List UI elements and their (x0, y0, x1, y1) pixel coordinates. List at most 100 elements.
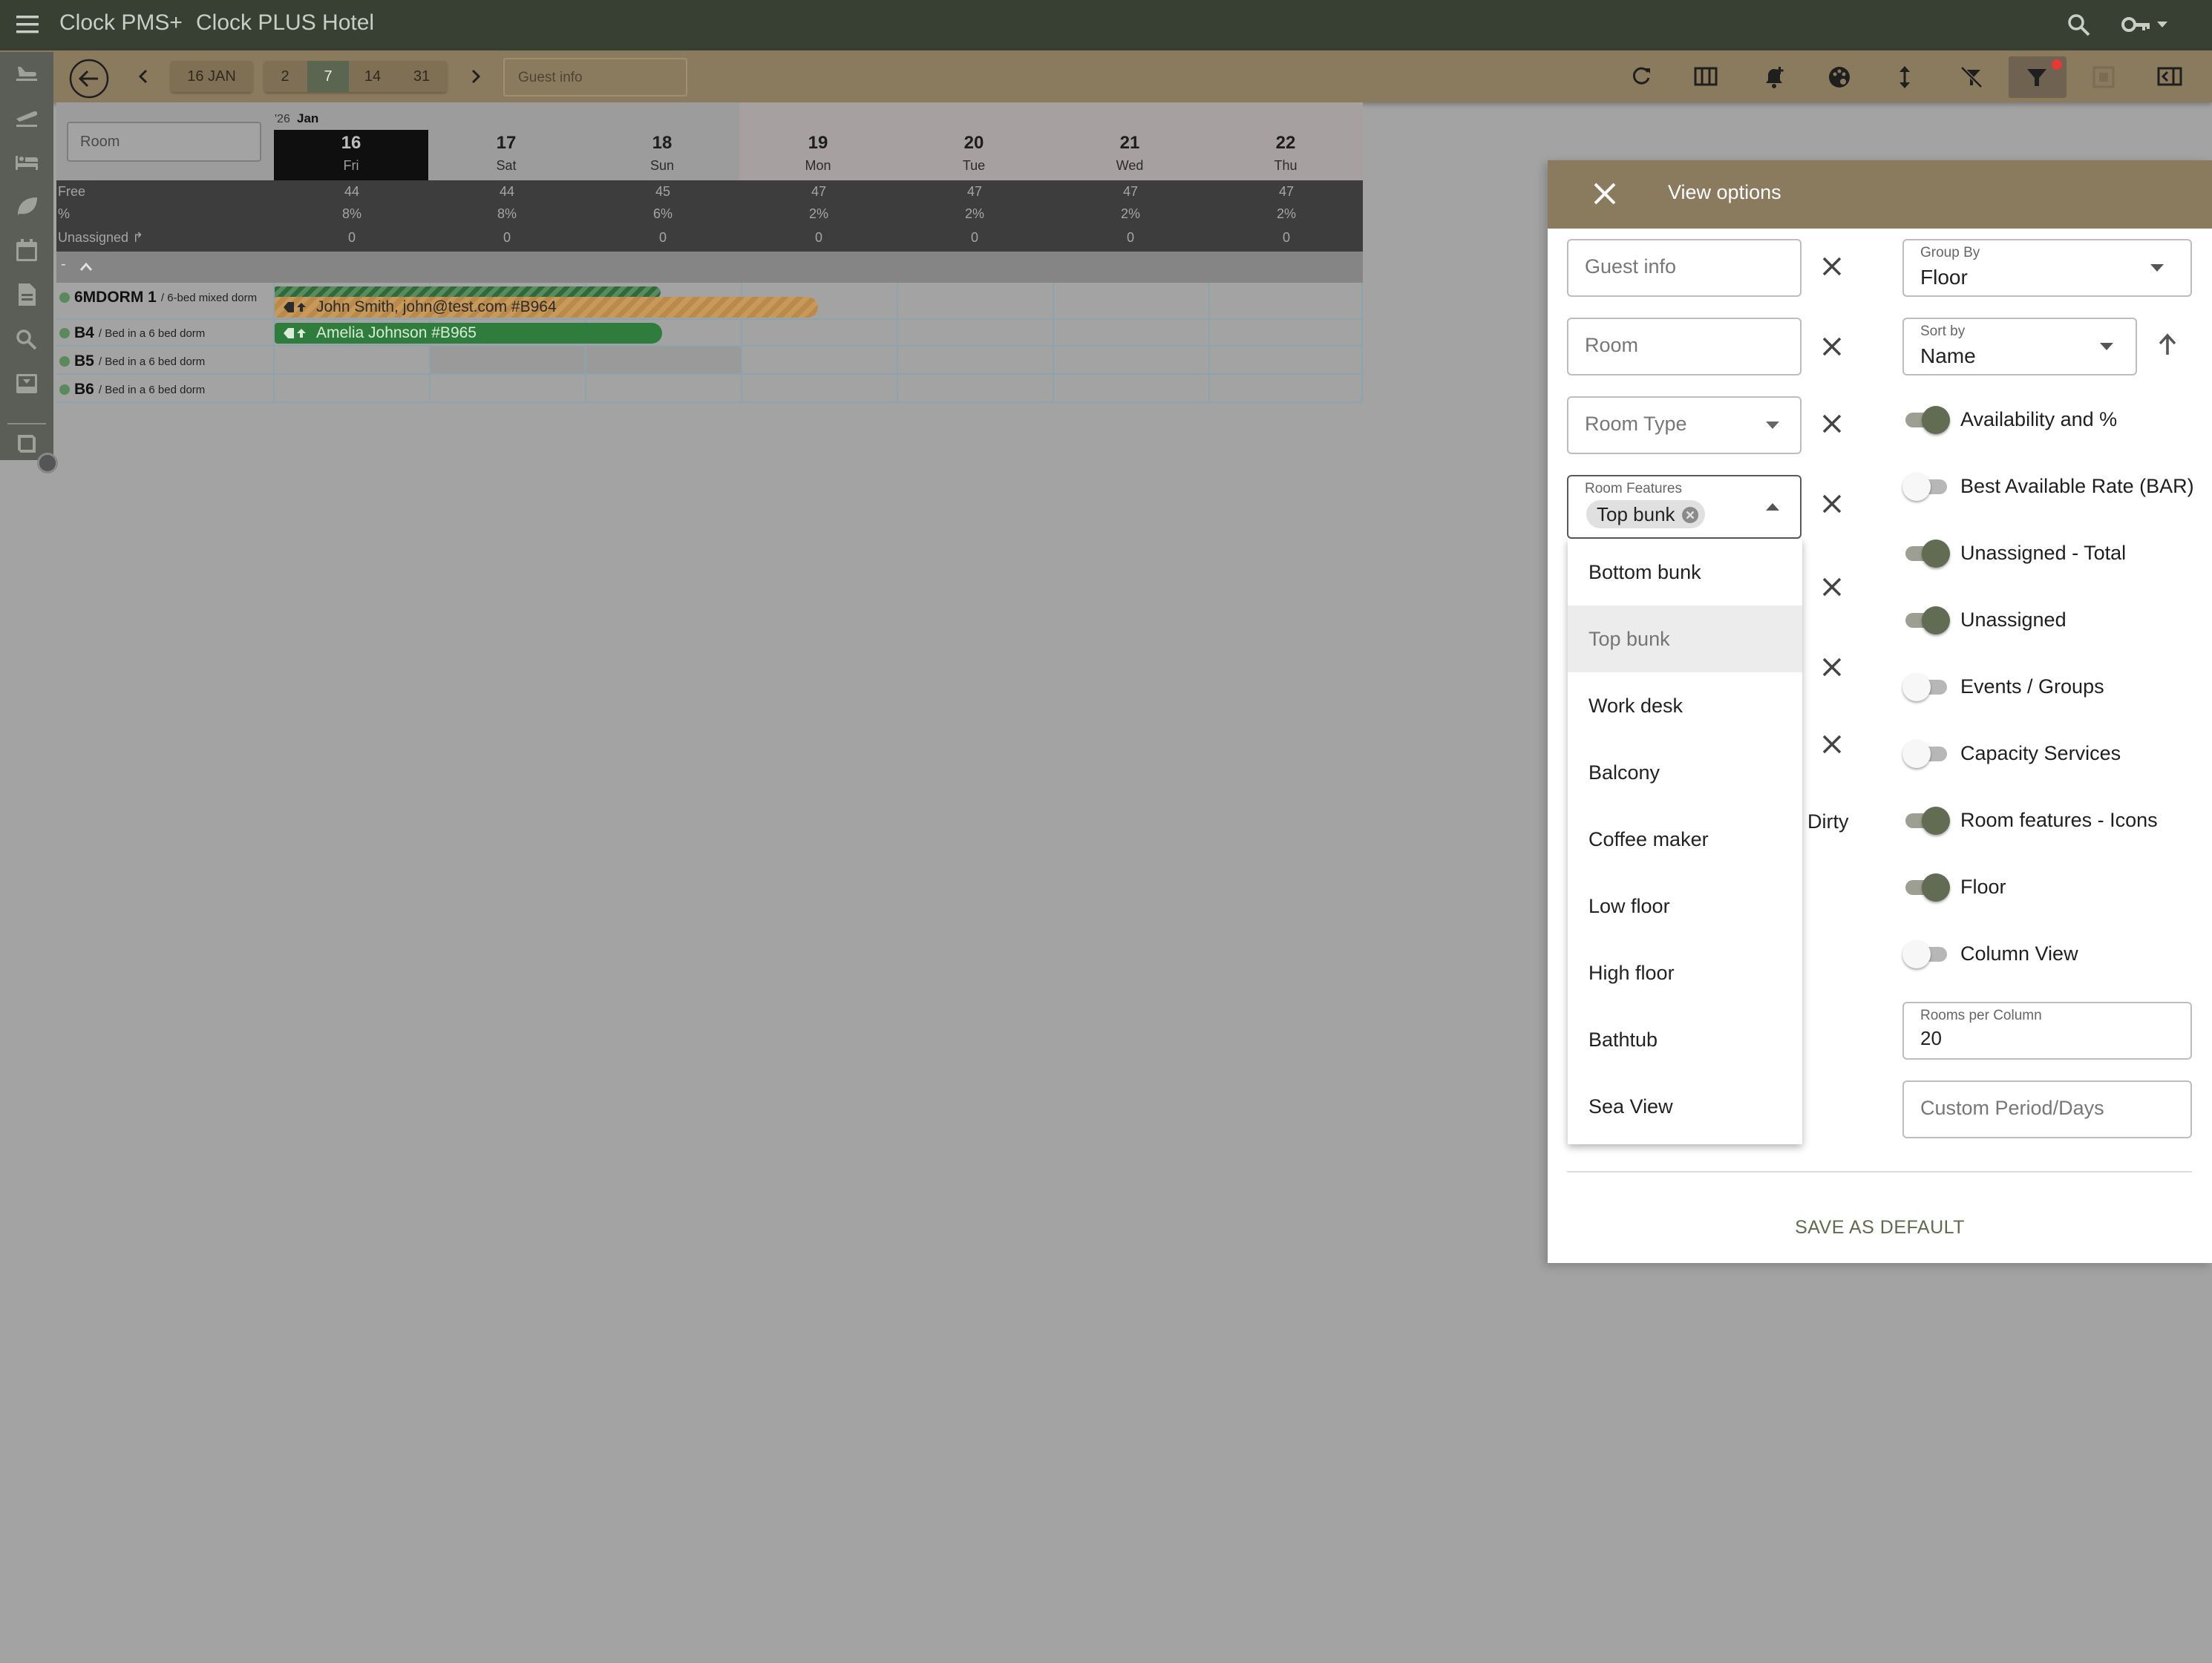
columns-icon[interactable] (1694, 65, 1718, 88)
fullscreen-icon[interactable] (2092, 65, 2116, 89)
departures-icon[interactable] (13, 105, 40, 129)
clear-filter-6-icon[interactable] (1821, 656, 1843, 678)
range-2-button[interactable]: 2 (261, 61, 309, 92)
feature-option[interactable]: Top bunk (1568, 606, 1802, 672)
room-label[interactable]: B4 / Bed in a 6 bed dorm (59, 324, 205, 342)
day-header-18[interactable]: 18 Sun (584, 130, 740, 180)
feature-option[interactable]: Sea View (1568, 1073, 1802, 1140)
toggle-row[interactable]: Best Available Rate (BAR) (1902, 468, 2194, 505)
toggle-row[interactable]: Events / Groups (1902, 668, 2104, 705)
feature-option[interactable]: Coffee maker (1568, 806, 1802, 873)
toggle-row[interactable]: Column View (1902, 935, 2078, 972)
clear-filter-5-icon[interactable] (1821, 576, 1843, 598)
save-as-default-button[interactable]: SAVE AS DEFAULT (1548, 1217, 2212, 1239)
range-31-button[interactable]: 31 (398, 61, 445, 92)
chip-remove-icon[interactable] (1681, 506, 1699, 524)
toggle-row[interactable]: Unassigned (1902, 601, 2067, 638)
toggle-switch[interactable] (1902, 404, 1950, 434)
palette-icon[interactable] (1827, 65, 1851, 89)
leaf-icon[interactable] (13, 194, 40, 218)
stat-row-percent: % 8% 8% 6% 2% 2% 2% 2% (56, 203, 1363, 226)
day-header-16[interactable]: 16 Fri (274, 130, 428, 180)
toggle-row[interactable]: Unassigned - Total (1902, 534, 2126, 571)
floor-group-header[interactable]: - (56, 252, 1363, 283)
room-label[interactable]: 6MDORM 1 / 6-bed mixed dorm (59, 289, 257, 306)
close-icon[interactable] (1592, 181, 1617, 206)
feature-option[interactable]: Low floor (1568, 873, 1802, 939)
row-height-icon[interactable] (1897, 65, 1912, 89)
toggle-row[interactable]: Room features - Icons (1902, 801, 2158, 839)
guest-info-field[interactable]: Guest info (1567, 239, 1802, 297)
toggle-switch[interactable] (1902, 939, 1950, 968)
feature-option[interactable]: High floor (1568, 939, 1802, 1006)
toggle-switch[interactable] (1902, 672, 1950, 701)
guest-info-search[interactable]: Guest info (503, 58, 687, 96)
collapse-panel-icon[interactable] (2157, 65, 2182, 88)
booking-b964[interactable]: John Smith, john@test.com #B964 (275, 297, 818, 318)
day-header-17[interactable]: 17 Sat (428, 130, 584, 180)
date-button[interactable]: 16 JAN (171, 61, 252, 92)
search-rail-icon[interactable] (13, 327, 40, 352)
day-header-22[interactable]: 22 Thu (1208, 130, 1364, 180)
clear-room-features-icon[interactable] (1821, 493, 1843, 515)
dirty-label: Dirty (1807, 810, 1849, 833)
back-arrow-icon[interactable] (68, 58, 110, 99)
toggle-switch[interactable] (1902, 872, 1950, 902)
calendar-icon[interactable] (13, 237, 40, 263)
toggle-switch[interactable] (1902, 605, 1950, 634)
booking-b965[interactable]: Amelia Johnson #B965 (275, 323, 662, 344)
toggle-switch[interactable] (1902, 805, 1950, 835)
room-features-select[interactable]: Room Features Top bunk (1567, 475, 1802, 539)
search-icon[interactable] (2067, 13, 2092, 38)
room-label[interactable]: B5 / Bed in a 6 bed dorm (59, 352, 205, 370)
toggle-switch[interactable] (1902, 538, 1950, 568)
group-by-select[interactable]: Group By Floor (1902, 239, 2192, 297)
chevron-right-icon[interactable] (468, 68, 484, 85)
bed-icon[interactable] (13, 150, 40, 174)
sort-direction-arrow-up-icon[interactable] (2156, 332, 2179, 356)
clear-guest-info-icon[interactable] (1821, 255, 1843, 278)
day-header-19[interactable]: 19 Mon (740, 130, 896, 180)
sort-by-select[interactable]: Sort by Name (1902, 318, 2137, 375)
key-icon[interactable] (2121, 14, 2172, 36)
arrivals-icon[interactable] (13, 61, 40, 85)
toggle-label: Column View (1960, 942, 2078, 965)
top-bunk-chip[interactable]: Top bunk (1586, 500, 1705, 528)
day-header-21[interactable]: 21 Wed (1052, 130, 1208, 180)
clear-room-type-icon[interactable] (1821, 413, 1843, 435)
chevron-left-icon[interactable] (135, 68, 151, 85)
filter-button[interactable] (2009, 56, 2067, 98)
feature-option[interactable]: Bottom bunk (1568, 539, 1802, 606)
clear-filter-7-icon[interactable] (1821, 733, 1843, 755)
filter-active-dot (2052, 59, 2062, 70)
book-icon[interactable] (13, 430, 40, 456)
chevron-up-icon[interactable] (79, 260, 94, 272)
feature-option[interactable]: Work desk (1568, 672, 1802, 739)
filter-off-icon[interactable] (1960, 65, 1983, 89)
feature-option[interactable]: Balcony (1568, 739, 1802, 806)
room-type-select[interactable]: Room Type (1567, 396, 1802, 454)
rooms-per-column-field[interactable]: Rooms per Column 20 (1902, 1002, 2192, 1060)
room-search-input[interactable]: Room (67, 122, 261, 162)
menu-icon[interactable] (16, 13, 42, 36)
add-alert-icon[interactable] (1762, 65, 1786, 89)
toggle-row[interactable]: Floor (1902, 868, 2006, 905)
toggle-row[interactable]: Capacity Services (1902, 735, 2121, 772)
toggle-row[interactable]: Availability and % (1902, 401, 2117, 438)
refresh-icon[interactable] (1630, 65, 1652, 88)
range-7-button[interactable]: 7 (307, 61, 349, 92)
range-14-button[interactable]: 14 (349, 61, 396, 92)
toggle-switch[interactable] (1902, 738, 1950, 768)
status-dot (59, 384, 70, 395)
room-label[interactable]: B6 / Bed in a 6 bed dorm (59, 381, 205, 398)
room-field[interactable]: Room (1567, 318, 1802, 375)
document-icon[interactable] (13, 282, 40, 307)
feature-option[interactable]: Bathtub (1568, 1006, 1802, 1073)
toggle-switch[interactable] (1902, 471, 1950, 501)
clear-room-icon[interactable] (1821, 335, 1843, 358)
inbox-icon[interactable] (13, 371, 40, 396)
help-icon[interactable] (37, 453, 58, 473)
custom-period-field[interactable]: Custom Period/Days (1902, 1080, 2192, 1138)
day-header-20[interactable]: 20 Tue (896, 130, 1052, 180)
year-label: '26 (275, 113, 290, 125)
